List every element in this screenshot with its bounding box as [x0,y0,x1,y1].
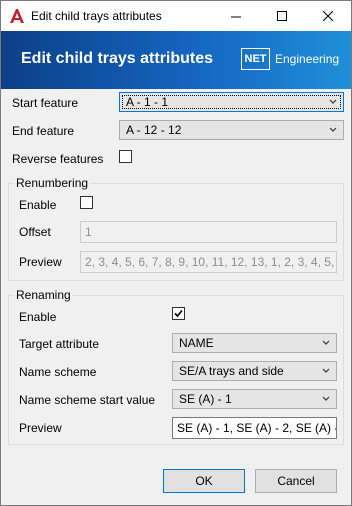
renaming-enable-label: Enable [19,310,57,324]
renumbering-legend: Renumbering [14,176,91,190]
name-scheme-start-value: SE (A) - 1 [179,392,232,406]
minimize-button[interactable] [213,1,259,31]
offset-field[interactable]: 1 [80,221,337,243]
offset-label: Offset [19,225,51,239]
cancel-button[interactable]: Cancel [255,469,337,493]
chevron-down-icon [329,127,337,132]
end-feature-label: End feature [12,124,75,138]
start-feature-label: Start feature [12,96,79,110]
renumbering-preview-field[interactable]: 2, 3, 4, 5, 6, 7, 8, 9, 10, 11, 12, 13, … [80,251,337,273]
dialog-footer: OK Cancel [1,455,351,505]
chevron-down-icon [322,396,330,401]
name-scheme-label: Name scheme [19,365,97,379]
focus-ring [122,95,341,109]
ok-button[interactable]: OK [163,469,245,493]
header-banner: Edit child trays attributes NET Engineer… [1,31,351,89]
renumbering-preview-label: Preview [19,255,62,269]
reverse-features-checkbox[interactable] [119,150,132,163]
renumbering-enable-checkbox[interactable] [80,196,93,209]
autocad-a-icon [9,8,25,24]
title-bar[interactable]: Edit child trays attributes [1,1,351,31]
end-feature-value: A - 12 - 12 [126,123,182,137]
renaming-enable-checkbox[interactable] [172,307,185,320]
target-attribute-select[interactable]: NAME [172,333,337,353]
name-scheme-start-label: Name scheme start value [19,393,156,407]
renaming-preview-field[interactable]: SE (A) - 1, SE (A) - 2, SE (A) - 3, [172,417,337,439]
banner-title: Edit child trays attributes [21,50,214,67]
minimize-icon [231,16,241,18]
net-logo-box: NET [241,48,270,70]
logo-text: Engineering [275,52,340,66]
renaming-preview-label: Preview [19,421,62,435]
start-feature-select[interactable]: A - 1 - 1 [119,92,344,112]
name-scheme-select[interactable]: SE/A trays and side [172,361,337,381]
maximize-button[interactable] [259,1,305,31]
reverse-features-label: Reverse features [12,152,104,166]
name-scheme-value: SE/A trays and side [179,364,284,378]
window-title: Edit child trays attributes [31,9,162,23]
end-feature-select[interactable]: A - 12 - 12 [119,120,344,140]
maximize-icon [277,11,287,21]
close-icon [322,10,334,22]
target-attribute-label: Target attribute [19,337,100,351]
chevron-down-icon [329,99,337,104]
dialog-window: Edit child trays attributes Edit child t… [0,0,352,506]
name-scheme-start-select[interactable]: SE (A) - 1 [172,389,337,409]
chevron-down-icon [322,340,330,345]
checkmark-icon [174,309,183,318]
renaming-legend: Renaming [14,288,73,302]
chevron-down-icon [322,368,330,373]
close-button[interactable] [305,1,351,31]
target-attribute-value: NAME [179,336,214,350]
renumbering-enable-label: Enable [19,198,57,212]
